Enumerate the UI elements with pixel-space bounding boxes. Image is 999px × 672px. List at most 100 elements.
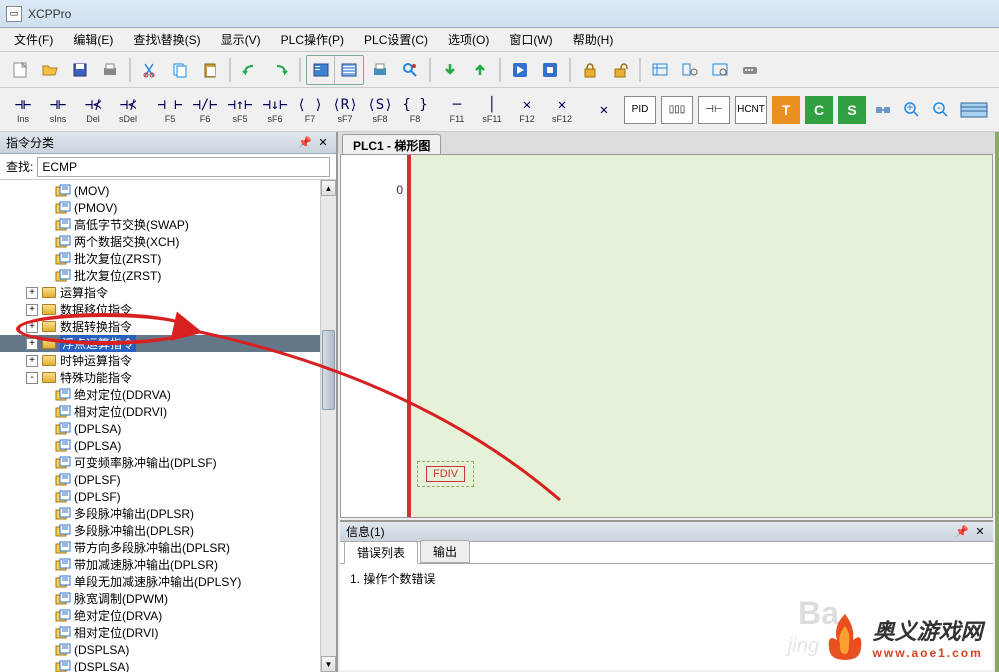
expander-icon[interactable]: + [26,304,38,316]
search-input[interactable] [37,157,330,177]
info-close-icon[interactable]: ✕ [973,525,987,539]
ladder-tool-sF11[interactable]: │sF11 [475,91,509,129]
ladder-tool-F11[interactable]: ─F11 [440,91,474,129]
ladder-tool-Ins[interactable]: ⊣⊢Ins [6,91,40,129]
view-mode1-button[interactable] [307,56,335,84]
tree-leaf[interactable]: (DPLSF) [0,488,336,505]
menu-item[interactable]: 窗口(W) [499,28,562,51]
monitor3-button[interactable] [706,56,734,84]
tree-category[interactable]: +数据移位指令 [0,301,336,318]
cut-button[interactable] [136,56,164,84]
tree-leaf[interactable]: 相对定位(DDRVI) [0,403,336,420]
ladder-tool-F8[interactable]: { }F8 [398,91,432,129]
print-button[interactable] [96,56,124,84]
ladder-tool-Del[interactable]: ⊣⊀Del [76,91,110,129]
tree-leaf[interactable]: (PMOV) [0,199,336,216]
menu-item[interactable]: PLC操作(P) [271,28,354,51]
open-file-button[interactable] [36,56,64,84]
tree-leaf[interactable]: 绝对定位(DDRVA) [0,386,336,403]
expander-icon[interactable]: + [26,338,38,350]
lock-button[interactable] [576,56,604,84]
tree-leaf[interactable]: (DPLSA) [0,420,336,437]
tree-leaf[interactable]: 带方向多段脉冲输出(DPLSR) [0,539,336,556]
tree-leaf[interactable]: 带加减速脉冲输出(DPLSR) [0,556,336,573]
tree-leaf[interactable]: 相对定位(DRVI) [0,624,336,641]
info-tab-1[interactable]: 输出 [420,540,470,563]
ladder-tool-sDel[interactable]: ⊣⊀sDel [111,91,145,129]
tree-leaf[interactable]: (DPLSF) [0,471,336,488]
download-button[interactable] [436,56,464,84]
copy-button[interactable] [166,56,194,84]
scroll-up-button[interactable]: ▲ [321,180,336,196]
serial-button[interactable] [736,56,764,84]
editor-tab[interactable]: PLC1 - 梯形图 [342,134,441,154]
ladder-tool-sF12[interactable]: ✕sF12 [545,91,579,129]
func-▯▯▯[interactable]: ▯▯▯ [661,96,693,124]
ladder-tool-sF5[interactable]: ⊣↑⊢sF5 [223,91,257,129]
unlock-button[interactable] [606,56,634,84]
tree-category[interactable]: -特殊功能指令 [0,369,336,386]
ladder-tool-sIns[interactable]: ⊣⊢sIns [41,91,75,129]
func-⊣⊢[interactable]: ⊣⊢ [698,96,730,124]
upload-button[interactable] [466,56,494,84]
ladder-view-button[interactable] [956,96,992,124]
ladder-editor[interactable]: 0 FDIV [340,154,993,518]
zoom-in-button[interactable]: + [898,96,926,124]
tree-leaf[interactable]: (DPLSA) [0,437,336,454]
func-PID[interactable]: PID [624,96,656,124]
square-S[interactable]: S [838,96,866,124]
menu-item[interactable]: 帮助(H) [563,28,624,51]
tree-leaf[interactable]: 批次复位(ZRST) [0,250,336,267]
menu-item[interactable]: 选项(O) [438,28,499,51]
run-button[interactable] [506,56,534,84]
expander-icon[interactable]: + [26,287,38,299]
ladder-tool-F6[interactable]: ⊣/⊢F6 [188,91,222,129]
paste-button[interactable] [196,56,224,84]
tree-leaf[interactable]: 多段脉冲输出(DPLSR) [0,522,336,539]
expander-icon[interactable]: + [26,355,38,367]
tree-leaf[interactable]: 脉宽调制(DPWM) [0,590,336,607]
redo-button[interactable] [266,56,294,84]
menu-item[interactable]: 编辑(E) [63,28,123,51]
tree-category[interactable]: +运算指令 [0,284,336,301]
ladder-canvas[interactable] [411,155,992,517]
tree-leaf[interactable]: 批次复位(ZRST) [0,267,336,284]
monitor1-button[interactable] [646,56,674,84]
instruction-tree[interactable]: (MOV)(PMOV)高低字节交换(SWAP)两个数据交换(XCH)批次复位(Z… [0,180,336,672]
print2-button[interactable] [366,56,394,84]
search-tool-button[interactable] [396,56,424,84]
info-tab-0[interactable]: 错误列表 [344,541,418,564]
tree-category[interactable]: +浮点运算指令 [0,335,336,352]
new-file-button[interactable] [6,56,34,84]
tree-scrollbar[interactable]: ▲ ▼ [320,180,336,672]
square-C[interactable]: C [805,96,833,124]
info-pin-icon[interactable]: 📌 [955,525,969,539]
expander-icon[interactable]: + [26,321,38,333]
tree-leaf[interactable]: 两个数据交换(XCH) [0,233,336,250]
undo-button[interactable] [236,56,264,84]
scroll-thumb[interactable] [322,330,335,410]
zoom-out-button[interactable]: - [927,96,955,124]
view-mode2-button[interactable] [335,56,363,84]
ladder-tool-F7[interactable]: ⟨ ⟩F7 [293,91,327,129]
menu-item[interactable]: PLC设置(C) [354,28,438,51]
ladder-tool-sF8[interactable]: ⟨S⟩sF8 [363,91,397,129]
ladder-tool-F5[interactable]: ⊣ ⊢F5 [153,91,187,129]
link-button[interactable] [869,96,897,124]
save-button[interactable] [66,56,94,84]
tree-leaf[interactable]: 可变频率脉冲输出(DPLSF) [0,454,336,471]
ladder-tool-sF6[interactable]: ⊣↓⊢sF6 [258,91,292,129]
tree-leaf[interactable]: (MOV) [0,182,336,199]
tree-category[interactable]: +时钟运算指令 [0,352,336,369]
tree-leaf[interactable]: 单段无加减速脉冲输出(DPLSY) [0,573,336,590]
close-panel-icon[interactable]: ✕ [316,136,330,150]
expander-icon[interactable]: - [26,372,38,384]
pin-icon[interactable]: 📌 [298,136,312,150]
menu-item[interactable]: 查找\替换(S) [123,28,210,51]
menu-item[interactable]: 文件(F) [4,28,63,51]
monitor2-button[interactable] [676,56,704,84]
ladder-instruction-block[interactable]: FDIV [417,461,474,487]
tree-leaf[interactable]: (DSPLSA) [0,658,336,672]
stop-button[interactable] [536,56,564,84]
ladder-tool-F12[interactable]: ✕F12 [510,91,544,129]
